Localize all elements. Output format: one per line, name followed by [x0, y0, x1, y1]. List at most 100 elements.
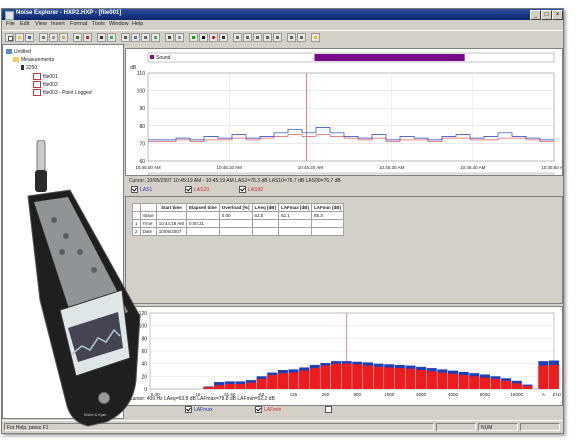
close-button[interactable]: × — [552, 10, 563, 20]
copy-icon[interactable] — [49, 33, 58, 42]
settings-icon[interactable] — [297, 33, 306, 42]
table-row[interactable]: Value 0.00 63.5 62.1 85.3 — [132, 211, 345, 220]
table-cell — [185, 227, 220, 236]
menu-help[interactable]: Help — [132, 21, 143, 27]
chart-icon[interactable] — [151, 33, 160, 42]
meter-nav-button — [97, 391, 111, 405]
menu-tools[interactable]: Tools — [92, 21, 105, 27]
checkbox[interactable] — [255, 406, 262, 413]
y-tick-label: 100 — [137, 89, 146, 95]
bar-lafmin — [320, 365, 331, 389]
layout-3-icon[interactable] — [253, 33, 262, 42]
x-tick-label: 10:45:50 AM — [541, 165, 562, 170]
meter-key — [63, 233, 69, 239]
file-icon — [33, 73, 41, 80]
bar-lafmin — [299, 370, 310, 389]
open-icon[interactable] — [15, 33, 24, 42]
checkbox[interactable] — [185, 186, 192, 193]
bar-lafmin — [437, 372, 448, 389]
spectrum-panel: dB1201008060402006.301631.50631252505001… — [125, 306, 563, 406]
table-header: LAeq [dB] — [251, 203, 280, 212]
cursor-icon[interactable] — [97, 33, 106, 42]
time-profile-chart[interactable]: SounddB1101009080706010:45:00 AM 10:45:10… — [126, 49, 567, 178]
x-tick-label: 10:45:20 AM — [298, 165, 324, 170]
check-lafmax[interactable]: LAFmax — [185, 406, 213, 413]
status-cell-1 — [436, 423, 476, 431]
new-icon[interactable] — [5, 33, 14, 42]
tree-item-file003[interactable]: file003 - Point Logged — [33, 89, 92, 96]
marker-legend-swatch — [150, 55, 154, 59]
file-icon — [33, 81, 41, 88]
save-icon[interactable] — [25, 33, 34, 42]
menu-format[interactable]: Format — [70, 21, 87, 27]
help-icon[interactable] — [311, 33, 320, 42]
bar-lafmin — [214, 385, 225, 389]
tree-root[interactable]: Untitled — [6, 49, 31, 55]
print-icon[interactable] — [39, 33, 48, 42]
import-icon[interactable] — [73, 33, 82, 42]
device-brand-label: Brüel & Kjær — [84, 412, 107, 417]
tree-item-file002[interactable]: file002 — [33, 81, 58, 88]
x-tick-label: 10:45:40 AM — [460, 165, 486, 170]
bar-lafmin — [245, 382, 257, 389]
layout-2-icon[interactable] — [243, 33, 252, 42]
table-icon[interactable] — [141, 33, 150, 42]
status-num: NUM — [478, 423, 518, 431]
menu-edit[interactable]: Edit — [20, 21, 29, 27]
tree-measurements[interactable]: Measurements — [13, 57, 54, 63]
bar-lafmin — [384, 367, 395, 389]
toolbar — [2, 30, 563, 45]
bar-lafmin — [331, 363, 342, 389]
bar-lafmin — [235, 383, 246, 389]
export-icon[interactable] — [83, 33, 92, 42]
tree-device[interactable]: 2250 — [21, 65, 37, 71]
series-legend: LAS1 LAS10 LAS90 — [125, 186, 563, 195]
check-lafmin[interactable]: LAFmin — [255, 406, 281, 413]
table-cell: 62.1 — [278, 211, 313, 220]
stop-icon[interactable] — [199, 33, 208, 42]
record-icon[interactable] — [209, 33, 218, 42]
audio-icon[interactable] — [219, 33, 228, 42]
graph-icon[interactable] — [107, 33, 116, 42]
table-cell: 85.3 — [311, 211, 345, 220]
check-extra[interactable] — [325, 406, 334, 413]
checkbox[interactable] — [325, 406, 332, 413]
spectrum-chart[interactable]: dB1201008060402006.301631.50631252505001… — [126, 307, 562, 405]
menu-file[interactable]: File — [6, 21, 15, 27]
table-header: Elapsed time — [185, 203, 220, 212]
check-las10[interactable]: LAS10 — [185, 186, 209, 193]
table-row[interactable]: 2 Date 10/05/2007 — [132, 227, 345, 236]
maximize-button[interactable]: □ — [541, 10, 552, 20]
table-row[interactable]: 1 Time 10:44:18 AM 0:00:31 — [132, 219, 345, 228]
table-cell: 0:00:31 — [185, 219, 220, 228]
menu-view[interactable]: View — [35, 21, 47, 27]
layout-4-icon[interactable] — [263, 33, 272, 42]
marker-icon[interactable] — [175, 33, 184, 42]
bar-lafmin — [511, 383, 522, 389]
layout-1-icon[interactable] — [233, 33, 242, 42]
layout-icon[interactable] — [131, 33, 140, 42]
check-las90[interactable]: LAS90 — [239, 186, 263, 193]
layout-5-icon[interactable] — [273, 33, 282, 42]
plot-frame — [147, 72, 555, 162]
paste-icon[interactable] — [59, 33, 68, 42]
minimize-button[interactable]: _ — [530, 10, 541, 20]
bar-lafmin — [394, 368, 405, 389]
x-tick-label: 10:45:30 AM — [379, 165, 405, 170]
tree-item-file001[interactable]: file001 — [33, 73, 58, 80]
range-icon[interactable] — [165, 33, 174, 42]
table-cell — [185, 211, 220, 220]
bar-lafmin — [277, 373, 288, 389]
table-cell: 10:44:18 AM — [155, 219, 187, 228]
properties-icon[interactable] — [287, 33, 296, 42]
zoom-icon[interactable] — [121, 33, 130, 42]
checkbox[interactable] — [185, 406, 192, 413]
results-table: Start time Elapsed time Overload [%] LAe… — [132, 203, 345, 236]
main-area: Sound dB 110 100 90 80 70 60 10:45:00 AM 10:45:10… — [125, 44, 567, 419]
bar-lafmin — [362, 365, 373, 389]
sound-level-meter-image: Brüel & Kjær — [27, 140, 141, 427]
checkbox[interactable] — [239, 186, 246, 193]
menu-window[interactable]: Window — [109, 21, 129, 27]
play-icon[interactable] — [189, 33, 198, 42]
menu-insert[interactable]: Insert — [51, 21, 65, 27]
